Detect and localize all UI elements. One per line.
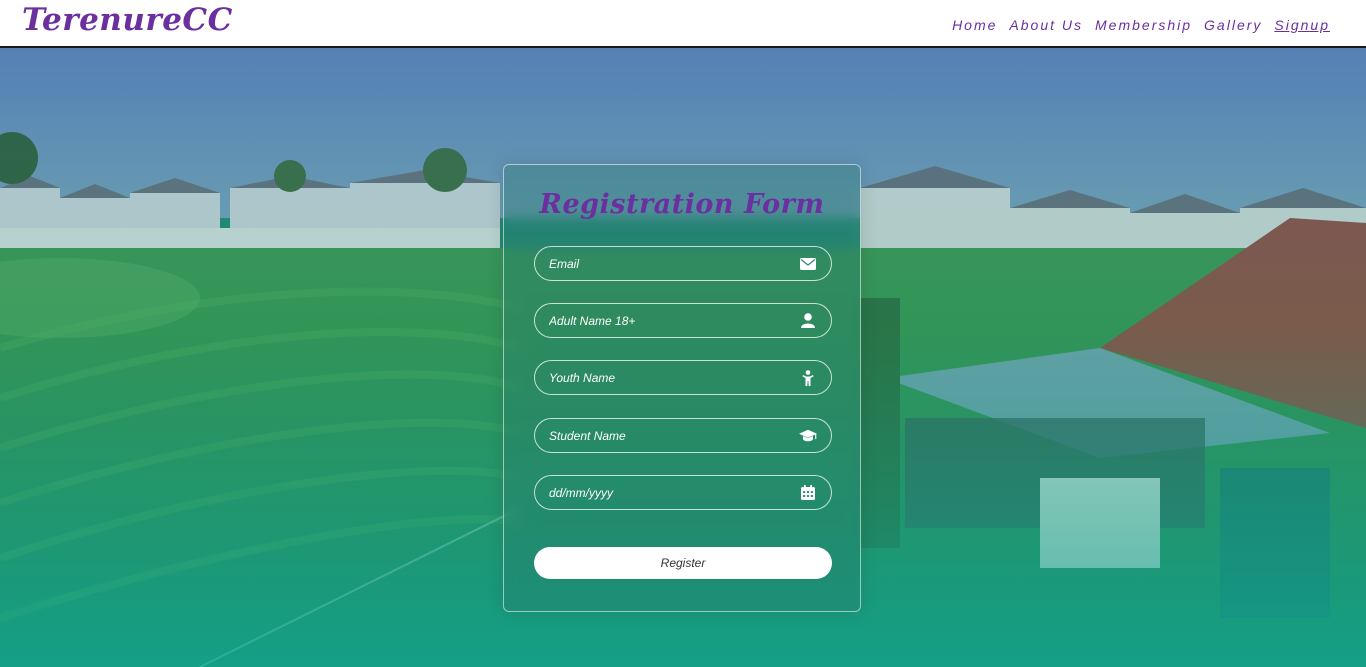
top-navbar: TerenureCC Home About Us Membership Gall… — [0, 0, 1366, 48]
registration-form: Registration Form Register — [503, 164, 861, 612]
date-field[interactable] — [534, 475, 832, 510]
form-title: Registration Form — [539, 189, 825, 220]
user-icon — [799, 312, 817, 330]
adult-name-input[interactable] — [549, 313, 779, 328]
youth-name-field[interactable] — [534, 360, 832, 395]
main-nav: Home About Us Membership Gallery Signup — [952, 17, 1330, 33]
youth-name-input[interactable] — [549, 370, 779, 385]
nav-gallery-link[interactable]: Gallery — [1204, 17, 1262, 33]
calendar-icon — [799, 484, 817, 502]
email-input[interactable] — [549, 256, 779, 271]
nav-home-link[interactable]: Home — [952, 17, 997, 33]
student-name-field[interactable] — [534, 418, 832, 453]
student-name-input[interactable] — [549, 428, 779, 443]
email-field[interactable] — [534, 246, 832, 281]
nav-membership-link[interactable]: Membership — [1095, 17, 1192, 33]
adult-name-field[interactable] — [534, 303, 832, 338]
graduation-cap-icon — [799, 427, 817, 445]
envelope-icon — [799, 255, 817, 273]
nav-about-link[interactable]: About Us — [1009, 17, 1083, 33]
register-button[interactable]: Register — [534, 547, 832, 579]
nav-signup-link[interactable]: Signup — [1274, 17, 1330, 33]
date-input[interactable] — [549, 485, 779, 500]
site-logo[interactable]: TerenureCC — [22, 2, 233, 38]
child-icon — [799, 369, 817, 387]
